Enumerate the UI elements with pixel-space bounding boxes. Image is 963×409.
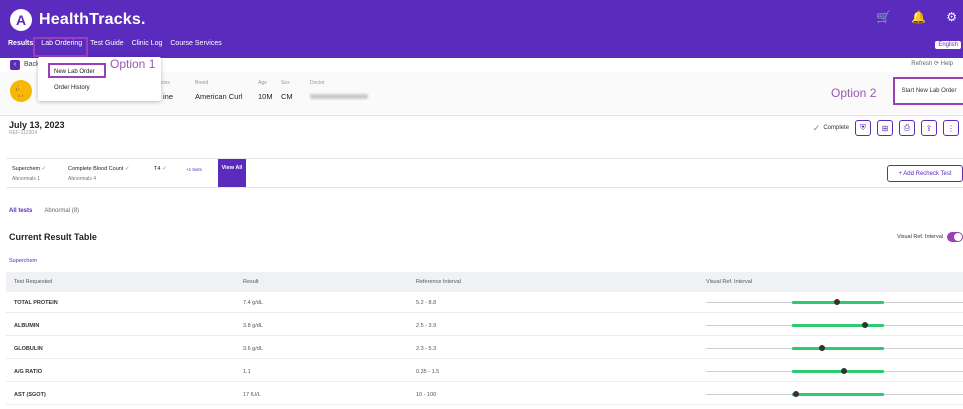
- cell-test: A/G RATIO: [14, 369, 43, 375]
- cart-icon[interactable]: 🛒: [876, 10, 891, 24]
- order-reference: REF-112304: [9, 130, 37, 136]
- range-marker: [841, 368, 848, 374]
- order-date: July 13, 2023: [9, 120, 65, 130]
- more-icon[interactable]: ⋮: [943, 120, 959, 136]
- col-test-requested: Test Requested: [14, 279, 53, 285]
- cell-reference: 5.2 - 8.8: [416, 300, 437, 306]
- result-tabs: All tests Abnormal (8): [9, 208, 79, 214]
- table-row: GLOBULIN 3.6 g/dL 2.3 - 5.3: [6, 338, 963, 359]
- nav-test-guide[interactable]: Test Guide: [90, 40, 123, 47]
- print-icon[interactable]: ⎙: [899, 120, 915, 136]
- cell-test: GLOBULIN: [14, 346, 43, 352]
- order-status-row: ✓ Complete ⛨ ⊞ ⎙ ⇪ ⋮: [813, 120, 959, 136]
- check-icon: ✓: [41, 166, 47, 172]
- doctor-value-redacted: [310, 94, 368, 99]
- doctor-label: Doctor: [310, 80, 325, 86]
- menu-order-history[interactable]: Order History: [54, 85, 90, 91]
- test-superchem[interactable]: Superchem ✓: [12, 166, 46, 172]
- breed-value: American Curl: [195, 92, 243, 101]
- species-value: ine: [163, 92, 174, 101]
- range-marker: [834, 299, 841, 305]
- brand-name: HealthTracks.: [39, 11, 146, 28]
- option1-annotation: Option 1: [110, 57, 156, 71]
- test-cbc-abnormals: Abnormals 4: [68, 176, 97, 182]
- shield-icon[interactable]: ⛨: [855, 120, 871, 136]
- test-superchem-abnormals: Abnormals 1: [12, 176, 41, 182]
- back-arrow-icon[interactable]: ‹: [10, 60, 20, 70]
- cell-test: ALBUMIN: [14, 323, 40, 329]
- range-marker: [861, 322, 868, 328]
- sex-label: Sex: [281, 80, 290, 86]
- range-normal-band: [792, 370, 884, 373]
- start-new-lab-order-button[interactable]: Start New Lab Order: [893, 77, 963, 105]
- nav-clinic-log[interactable]: Clinic Log: [132, 40, 163, 47]
- cell-test: AST (SGOT): [14, 392, 46, 398]
- tab-abnormal[interactable]: Abnormal (8): [44, 208, 79, 214]
- range-normal-band: [792, 347, 884, 350]
- header-icons: 🛒 🔔 ⚙: [876, 10, 957, 24]
- gear-icon[interactable]: ⚙: [946, 10, 957, 24]
- cell-test: TOTAL PROTEIN: [14, 300, 58, 306]
- range-marker: [819, 345, 826, 351]
- sex-value: CM: [281, 92, 293, 101]
- lab-ordering-highlight: [33, 37, 88, 57]
- check-circle-icon: ✓: [812, 122, 821, 133]
- table-row: ALBUMIN 3.8 g/dL 2.5 - 3.9: [6, 315, 963, 336]
- age-value: 10M: [258, 92, 273, 101]
- language-select[interactable]: English: [935, 41, 961, 49]
- chart-icon[interactable]: ⊞: [877, 120, 893, 136]
- col-result: Result: [243, 279, 259, 285]
- option2-annotation: Option 2: [831, 86, 877, 100]
- col-visual-ref-interval: Visual Ref. Interval: [706, 279, 753, 285]
- table-row: TOTAL PROTEIN 7.4 g/dL 5.2 - 8.8: [6, 292, 963, 313]
- tests-strip: Superchem ✓ Abnormals 1 Complete Blood C…: [6, 158, 963, 188]
- cat-avatar-icon: 🐈: [10, 80, 32, 102]
- cell-result: 1.1: [243, 369, 251, 375]
- more-tests-link[interactable]: +1 tests: [186, 167, 202, 172]
- range-marker: [792, 391, 799, 397]
- nav-results[interactable]: Results: [8, 40, 33, 47]
- visual-ref-interval-toggle[interactable]: [947, 232, 963, 242]
- top-bar: A HealthTracks. 🛒 🔔 ⚙ Results Lab Orderi…: [0, 0, 963, 58]
- age-label: Age: [258, 80, 267, 86]
- group-label: Superchem: [9, 258, 38, 264]
- col-reference-interval: Reference Interval: [416, 279, 461, 285]
- visual-ref-interval-toggle-row: Visual Ref. Interval: [897, 232, 963, 242]
- check-icon: ✓: [161, 166, 167, 172]
- cell-reference: 0.35 - 1.5: [416, 369, 440, 375]
- range-normal-band: [792, 324, 884, 327]
- table-header: Test Requested Result Reference Interval…: [6, 272, 963, 292]
- status-complete: ✓ Complete: [813, 123, 849, 134]
- nav-course-services[interactable]: Course Services: [170, 40, 221, 47]
- bell-icon[interactable]: 🔔: [911, 10, 926, 24]
- table-row: AST (SGOT) 17 IU/L 10 - 100: [6, 384, 963, 405]
- results-table-title: Current Result Table: [9, 232, 97, 242]
- tab-all-tests[interactable]: All tests: [9, 208, 32, 214]
- table-row: A/G RATIO 1.1 0.35 - 1.5: [6, 361, 963, 382]
- breed-label: Breed: [195, 80, 209, 86]
- cell-result: 3.6 g/dL: [243, 346, 263, 352]
- add-recheck-test-button[interactable]: + Add Recheck Test: [887, 165, 963, 182]
- check-icon: ✓: [124, 166, 130, 172]
- brand-logo-icon: A: [10, 9, 32, 31]
- range-normal-band: [792, 393, 884, 396]
- toggle-label: Visual Ref. Interval: [896, 234, 943, 240]
- cell-reference: 2.5 - 3.9: [416, 323, 437, 329]
- test-t4[interactable]: T4 ✓: [154, 166, 167, 172]
- new-lab-order-highlight: [48, 63, 106, 78]
- test-cbc[interactable]: Complete Blood Count ✓: [68, 166, 129, 172]
- brand[interactable]: A HealthTracks.: [10, 9, 146, 31]
- share-icon[interactable]: ⇪: [921, 120, 937, 136]
- cell-reference: 2.3 - 5.3: [416, 346, 437, 352]
- cell-result: 7.4 g/dL: [243, 300, 263, 306]
- view-all-button[interactable]: View All: [218, 159, 246, 187]
- refresh-help[interactable]: Refresh ⟳ Help: [911, 60, 953, 67]
- status-label: Complete: [823, 125, 849, 131]
- cell-result: 17 IU/L: [243, 392, 261, 398]
- cell-reference: 10 - 100: [416, 392, 437, 398]
- cell-result: 3.8 g/dL: [243, 323, 263, 329]
